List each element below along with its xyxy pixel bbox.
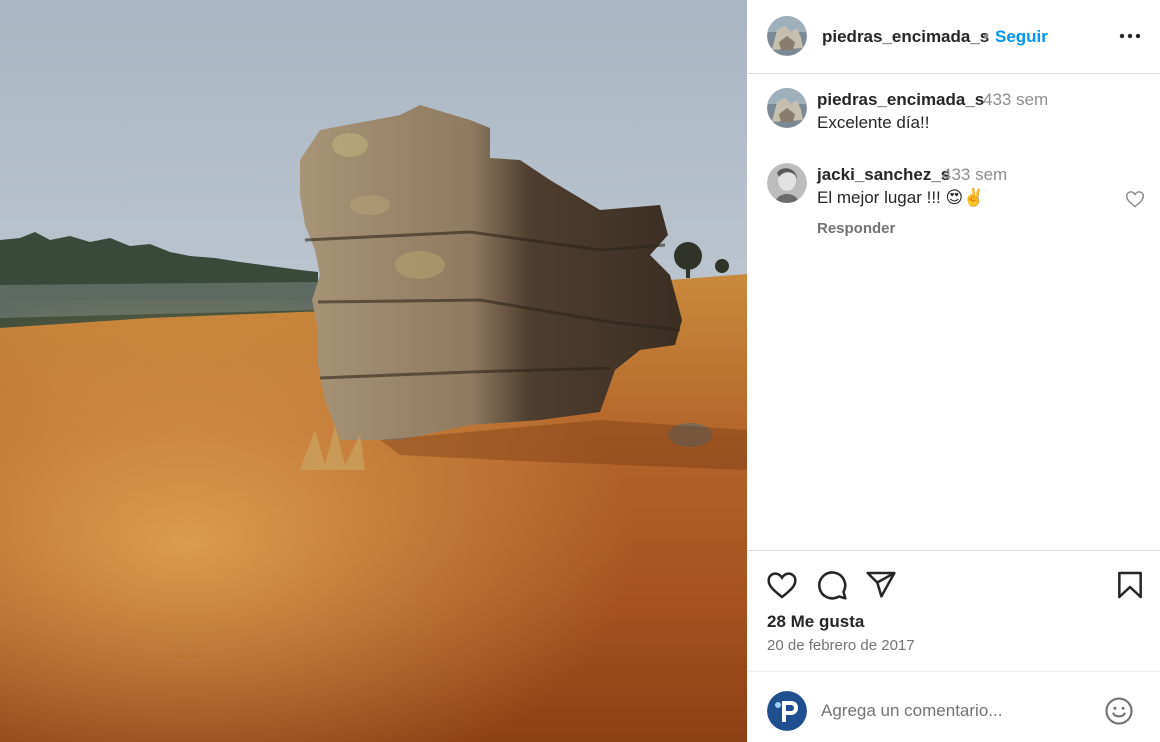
post-actions: 28 Me gusta 20 de febrero de 2017 (747, 550, 1160, 742)
post-image[interactable] (0, 0, 747, 742)
post-header: piedras_encimada_s • Seguir (747, 0, 1160, 74)
comment-username[interactable]: jacki_sanchez_s (817, 165, 950, 185)
commenter-avatar[interactable] (767, 163, 807, 203)
emoji-smiley-icon[interactable] (1104, 696, 1134, 726)
separator-dot: • (983, 27, 989, 46)
caption-comment: piedras_encimada_s 433 sem Excelente día… (747, 88, 1160, 148)
likes-count[interactable]: 28 Me gusta (767, 612, 864, 632)
comment-heart-icon[interactable] (1125, 189, 1145, 209)
comment-text: Excelente día!! (817, 113, 930, 132)
comment-bubble-icon[interactable] (816, 569, 848, 601)
more-options-icon[interactable] (1118, 26, 1142, 46)
post-side-panel: piedras_encimada_s • Seguir piedras_enci… (747, 0, 1160, 742)
post-date[interactable]: 20 de febrero de 2017 (767, 637, 915, 654)
caption-avatar[interactable] (767, 88, 807, 128)
comment-item: jacki_sanchez_s 433 sem El mejor lugar !… (747, 163, 1160, 243)
save-bookmark-icon[interactable] (1114, 569, 1146, 601)
comment-text: El mejor lugar !!! 😍✌️ (817, 188, 985, 207)
follow-button[interactable]: Seguir (995, 27, 1048, 47)
comment-input[interactable] (821, 695, 1091, 727)
author-avatar[interactable] (767, 16, 807, 56)
comment-time[interactable]: 433 sem (983, 90, 1048, 110)
reply-button[interactable]: Responder (817, 220, 895, 237)
comment-username[interactable]: piedras_encimada_s (817, 90, 984, 110)
share-paper-plane-icon[interactable] (865, 569, 897, 601)
rock-landscape-photo (0, 0, 747, 742)
add-comment-bar (747, 671, 1160, 742)
current-user-avatar (767, 691, 807, 731)
like-heart-icon[interactable] (766, 569, 798, 601)
comment-time[interactable]: 433 sem (942, 165, 1007, 185)
author-username[interactable]: piedras_encimada_s (822, 27, 989, 47)
